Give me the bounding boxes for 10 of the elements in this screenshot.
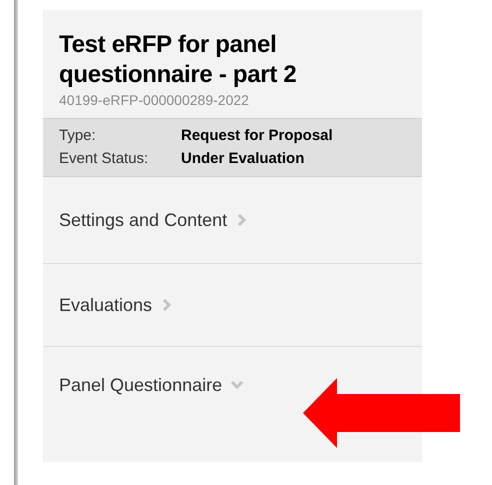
menu-item[interactable]: Evaluations [59, 292, 152, 318]
detail-label: Type: [59, 126, 97, 146]
menu-item[interactable]: Panel Questionnaire [59, 372, 222, 398]
chevron-down-icon[interactable] [230, 378, 244, 392]
event-id: 40199-eRFP-000000289-2022 [59, 91, 250, 110]
detail-value: Under Evaluation [181, 149, 304, 169]
detail-label: Event Status: [59, 149, 150, 169]
event-title: Test eRFP for panel questionnaire - part 2 [59, 30, 298, 90]
detail-value: Request for Proposal [181, 126, 333, 146]
menu-item[interactable]: Settings and Content [59, 206, 228, 234]
